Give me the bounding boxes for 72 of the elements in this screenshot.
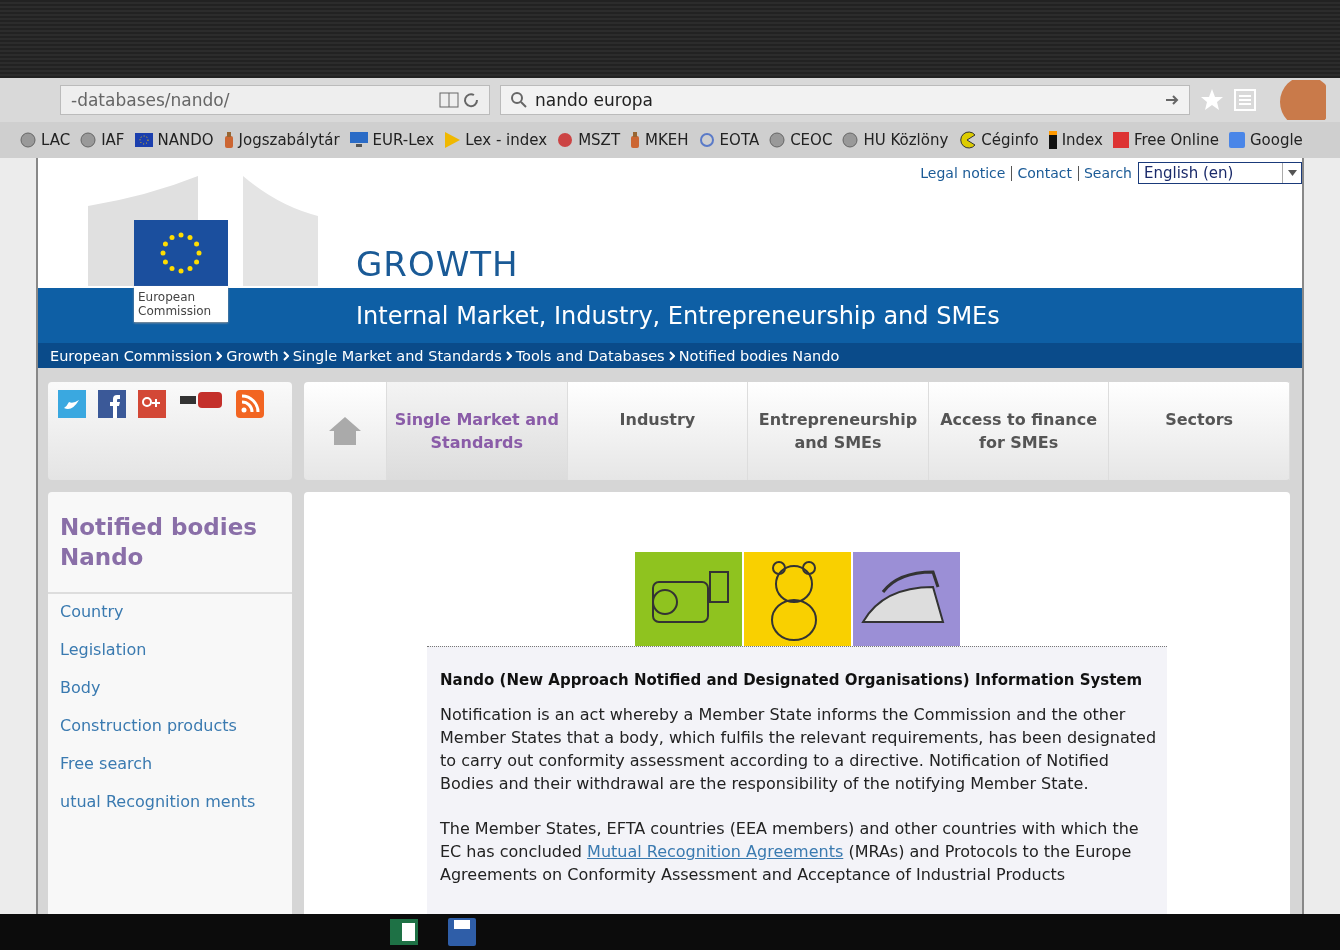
chevron-icon — [282, 350, 289, 361]
star-icon[interactable] — [1200, 88, 1224, 112]
bookmark[interactable]: LAC — [20, 131, 71, 149]
article-paragraph: The Member States, EFTA countries (EEA members) and other countries with which the EC has concluded Mutual Recognition Agreements (MRAs) and Protocols to the Europe Agreements on Conformity Assessment and Acceptance of Industrial Products — [440, 818, 1140, 886]
breadcrumb-link[interactable]: Tools and Databases — [515, 347, 665, 364]
top-link[interactable]: Legal notice — [920, 165, 1006, 181]
address-bar[interactable]: -databases/nando/ — [60, 85, 490, 115]
top-link[interactable]: Contact — [1011, 165, 1072, 181]
bookmark[interactable]: CEOC — [769, 131, 833, 149]
bar-icon — [1048, 131, 1057, 149]
chevron-icon — [505, 350, 512, 361]
pacman-icon — [958, 131, 977, 149]
bird-icon[interactable] — [58, 390, 86, 418]
nav-tab[interactable]: Entrepreneurship and SMEs — [748, 382, 929, 480]
chevron-icon — [668, 350, 675, 361]
sidebar-link[interactable]: utual Recognition ments — [48, 784, 282, 822]
spreadsheet-icon[interactable] — [390, 919, 418, 945]
bookmark[interactable]: MSZT — [557, 131, 621, 149]
nav-tab[interactable]: Sectors — [1109, 382, 1290, 480]
floppy-icon[interactable] — [448, 918, 476, 946]
circle-icon — [557, 132, 574, 148]
arrow-icon[interactable] — [1165, 93, 1179, 107]
bookmark[interactable]: Google — [1228, 131, 1303, 149]
bottle-icon — [630, 132, 641, 148]
sidebar-link[interactable]: Construction products — [48, 708, 282, 746]
reader-icon[interactable] — [439, 91, 479, 109]
breadcrumb-link[interactable]: Growth — [226, 347, 279, 364]
sidebar-link[interactable]: Free search — [48, 746, 282, 784]
flag-icon — [134, 133, 153, 147]
bookmark[interactable]: NANDO — [134, 131, 214, 149]
bookmark[interactable]: HU Közlöny — [842, 131, 949, 149]
ring-icon — [698, 132, 715, 148]
site-subtitle: Internal Market, Industry, Entrepreneurship and SMEs — [356, 301, 1000, 330]
bookmark[interactable]: MKEH — [630, 131, 689, 149]
sidebar-title: Notified bodies Nando — [48, 492, 292, 594]
search-icon — [511, 92, 527, 108]
search-field[interactable]: nando europa — [500, 85, 1190, 115]
site-title: GROWTH — [356, 244, 519, 286]
bookmark[interactable]: Free Online — [1112, 131, 1219, 149]
sidebar-link[interactable]: Country — [48, 594, 282, 632]
breadcrumb-link[interactable]: European Commission — [50, 347, 213, 364]
bookmark[interactable]: Lex - index — [444, 131, 548, 149]
f-letter-icon[interactable] — [98, 390, 126, 418]
article-heading: Nando (New Approach Notified and Designated Organisations) Information System — [440, 671, 1144, 689]
language-select[interactable]: English (en) — [1138, 162, 1302, 184]
bookmark[interactable]: EOTA — [698, 131, 760, 149]
sidebar-link[interactable]: Body — [48, 670, 282, 708]
bookmark[interactable]: EUR-Lex — [349, 131, 435, 149]
logo-text: European Commission — [134, 286, 228, 322]
play-icon — [444, 132, 461, 148]
sidebar-link[interactable]: Legislation — [48, 632, 282, 670]
bookmark[interactable]: Index — [1048, 131, 1103, 149]
bookmark[interactable]: IAF — [80, 131, 125, 149]
nav-tab[interactable]: Single Market and Standards — [387, 382, 568, 480]
bookmark[interactable]: Jogszabálytár — [223, 131, 340, 149]
top-link[interactable]: Search — [1077, 165, 1132, 181]
bottle-icon — [223, 132, 234, 148]
article-paragraph: Notification is an act whereby a Member State informs the Commission and the other Member States that a body, which fulfils the relevant requirements, has been designated to carry out conformity assessment according to a directive. Notification of Notified Bodies and their withdrawal are the responsibility of the notifying Member State. — [440, 704, 1157, 795]
nav-tab[interactable]: Industry — [567, 382, 749, 480]
breadcrumb-link[interactable]: Notified bodies Nando — [678, 347, 840, 364]
chevron-icon — [216, 350, 223, 361]
eu-flag-icon — [134, 220, 228, 286]
nav-tab[interactable]: Access to finance for SMEs — [928, 382, 1110, 480]
plus-icon[interactable] — [138, 390, 166, 418]
breadcrumb-link[interactable]: Single Market and Standards — [292, 347, 502, 364]
bookmark[interactable]: Céginfo — [958, 131, 1039, 149]
home-icon — [327, 415, 363, 447]
caret-icon — [1287, 170, 1297, 176]
monitor-icon — [349, 132, 368, 148]
rss-icon[interactable] — [236, 390, 264, 418]
inline-link[interactable]: Mutual Recognition Agreements — [587, 842, 844, 861]
url-text: -databases/nando/ — [71, 90, 230, 110]
